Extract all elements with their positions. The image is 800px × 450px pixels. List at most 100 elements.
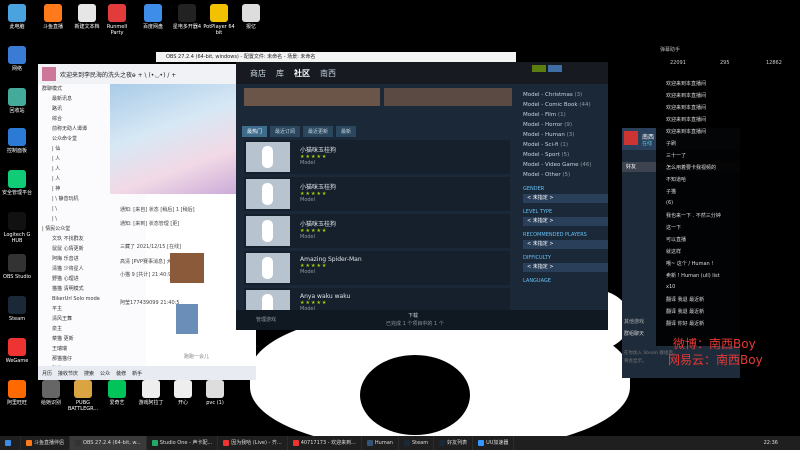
desktop-icon[interactable]: 此电脑 <box>0 4 34 30</box>
chat-toolbar-item[interactable]: 接收节庆 <box>58 370 78 377</box>
workshop-tab[interactable]: 最新 <box>336 126 357 137</box>
workshop-tab[interactable]: 最热门 <box>242 126 268 137</box>
chat-image[interactable] <box>176 304 198 334</box>
steam-install-badge[interactable] <box>532 65 546 72</box>
workshop-thumbnail[interactable] <box>246 253 290 283</box>
desktop-icon[interactable]: 游戏阿拉丁 <box>134 380 168 406</box>
category-filter[interactable]: Model - Film (1) <box>523 110 608 120</box>
obs-window-titlebar[interactable]: OBS 27.2.4 (64-bit, windows) - 配置文件: 未命名… <box>156 52 516 62</box>
workshop-item-title[interactable]: 小猫咪玉桂狗 <box>300 182 336 191</box>
contact-list-item[interactable]: 菜猫 更新 <box>38 334 146 344</box>
taskbar-item[interactable]: 因为我哈 (Live) - 齐... <box>218 436 288 450</box>
desktop-icon[interactable]: PUBG BATTLEGR... <box>66 380 100 412</box>
taskbar-item[interactable]: Steam <box>399 436 435 450</box>
filter-select[interactable]: < 未指定 > <box>523 217 608 226</box>
chat-toolbar-item[interactable]: 搜索 <box>84 370 94 377</box>
chat-image[interactable] <box>170 253 204 283</box>
avatar[interactable] <box>42 67 56 81</box>
steam-nav-3[interactable]: 南西 <box>320 68 336 79</box>
desktop-icon[interactable]: 爱奇艺 <box>100 380 134 406</box>
desktop-icon[interactable]: 控制面板 <box>0 128 34 154</box>
taskbar-item[interactable]: Studio One - 声卡配... <box>147 436 219 450</box>
steam-nav-1[interactable]: 库 <box>276 68 284 79</box>
download-label[interactable]: 下载 <box>408 312 418 319</box>
chat-input[interactable]: 跑跑一会儿 <box>148 350 256 364</box>
contact-list-item[interactable]: 猫猫 清明模式 <box>38 284 146 294</box>
category-filter[interactable]: Model - Comic Book (44) <box>523 100 608 110</box>
desktop-icon[interactable]: Logitech G HUB <box>0 212 34 244</box>
desktop-icon[interactable]: OBS Studio <box>0 254 34 280</box>
workshop-item-title[interactable]: Amazing Spider-Man <box>300 256 362 263</box>
stream-danmaku-panel[interactable]: 弹幕助手 22091 295 12862 欢迎来到本直播间 欢迎来到本直播间 欢… <box>656 44 800 346</box>
desktop-icon[interactable]: 开心 <box>166 380 200 406</box>
chat-toolbar-item[interactable]: 公众 <box>100 370 110 377</box>
chat-toolbar-item[interactable]: 月历 <box>42 370 52 377</box>
chat-toolbar-item[interactable]: 新手 <box>132 370 142 377</box>
workshop-tab[interactable]: 最近更新 <box>303 126 334 137</box>
desktop-icon[interactable]: 报亿 <box>234 4 268 30</box>
workshop-item[interactable]: 小猫咪玉桂狗 ★★★★★ Model <box>244 140 510 174</box>
category-filter[interactable]: Model - Human (3) <box>523 130 608 140</box>
desktop-icon[interactable]: 阿里旺旺 <box>0 380 34 406</box>
desktop-icon[interactable]: 斗鱼直播 <box>36 4 70 30</box>
workshop-thumbnail[interactable] <box>246 179 290 209</box>
taskbar-clock[interactable]: 22:36 <box>764 436 778 450</box>
taskbar-item[interactable]: 40717173 - 欢迎来到... <box>288 436 362 450</box>
steam-notification-badge[interactable] <box>548 65 562 72</box>
contact-list-item[interactable]: 泉主 <box>38 324 146 334</box>
contact-list-item[interactable]: 王瑞瑞 <box>38 344 146 354</box>
desktop-icon[interactable]: 安全管理平台 <box>0 170 34 196</box>
filter-select[interactable]: < 未指定 > <box>523 263 608 272</box>
desktop-icon[interactable]: Steam <box>0 296 34 322</box>
category-filter[interactable]: Model - Horror (9) <box>523 120 608 130</box>
desktop-icon[interactable]: pvc (1) <box>198 380 232 406</box>
chat-toolbar-item[interactable]: 装修 <box>116 370 126 377</box>
workshop-item-title[interactable]: 小猫咪玉桂狗 <box>300 145 336 154</box>
avatar[interactable] <box>624 131 638 145</box>
desktop-icon[interactable]: PotPlayer 64 bit <box>202 4 236 36</box>
steam-nav-2[interactable]: 社区 <box>294 68 310 79</box>
desktop-app-icon <box>174 380 192 398</box>
workshop-thumbnail[interactable] <box>246 216 290 246</box>
steam-window[interactable]: 商店库社区 南西 最热门 最近订阅 最近更新 最新 小猫咪玉桂狗 ★★★★★ Model 小猫… <box>236 62 608 330</box>
contact-list-item[interactable]: 清风王舞 <box>38 314 146 324</box>
category-filter[interactable]: Model - Video Game (46) <box>523 160 608 170</box>
desktop-icon[interactable]: 网络 <box>0 46 34 72</box>
filter-select[interactable]: < 未指定 > <box>523 194 608 203</box>
filter-select[interactable]: < 未指定 > <box>523 240 608 249</box>
group-chat-label[interactable]: 群组聊天 <box>624 330 644 337</box>
workshop-item[interactable]: Amazing Spider-Man ★★★★★ Model <box>244 251 510 285</box>
desktop-icon[interactable]: 给她识别 <box>34 380 68 406</box>
workshop-item-title[interactable]: Anya waku waku <box>300 293 350 300</box>
danmaku-message: 可以直播 <box>660 236 686 243</box>
contact-list-item[interactable]: 那猫猫仔 <box>38 354 146 364</box>
desktop-icon[interactable]: 百度网盘 <box>136 4 170 30</box>
category-filter[interactable]: Model - Christmas (3) <box>523 90 608 100</box>
category-filter[interactable]: Model - Sport (5) <box>523 150 608 160</box>
category-filter[interactable]: Model - Sci-fi (1) <box>523 140 608 150</box>
workshop-item[interactable]: 小猫咪玉桂狗 ★★★★★ Model <box>244 177 510 211</box>
workshop-thumbnail[interactable] <box>246 142 290 172</box>
contact-list-item[interactable]: | \ 静音玩机 <box>38 194 146 204</box>
start-button[interactable] <box>0 436 21 450</box>
desktop-icon[interactable]: 星电多开器4 <box>170 4 204 30</box>
workshop-item-title[interactable]: 小猫咪玉桂狗 <box>300 219 336 228</box>
workshop-tab[interactable]: 最近订阅 <box>270 126 301 137</box>
danmaku-text: 欢迎来到本直播间 <box>666 93 707 99</box>
desktop-icon[interactable]: 回收站 <box>0 88 34 114</box>
steam-nav-0[interactable]: 商店 <box>250 68 266 79</box>
download-status: 已完成 1 个项目中的 1 个 <box>386 321 444 327</box>
desktop-icon-label: PUBG BATTLEGR... <box>67 400 99 412</box>
taskbar-item[interactable]: Human <box>362 436 399 450</box>
desktop-icon[interactable]: 新建文本档 <box>70 4 104 30</box>
workshop-item[interactable]: 小猫咪玉桂狗 ★★★★★ Model <box>244 214 510 248</box>
desktop-icon[interactable]: Runmell Party <box>100 4 134 36</box>
manage-games-button[interactable]: 管理游戏 <box>256 316 276 323</box>
desktop-icon[interactable]: WeGame <box>0 338 34 364</box>
taskbar-item[interactable]: UU加速器 <box>473 436 515 450</box>
taskbar-item[interactable]: OBS 27.2.4 (64-bit, w... <box>70 436 147 450</box>
taskbar-item[interactable]: 好友列表 <box>434 436 474 450</box>
category-filter[interactable]: Model - Other (5) <box>523 170 608 180</box>
chat-message: 三藏了 2021/12/15 [在线] <box>120 244 181 250</box>
taskbar-item[interactable]: 斗鱼直播伴侣 <box>21 436 71 450</box>
